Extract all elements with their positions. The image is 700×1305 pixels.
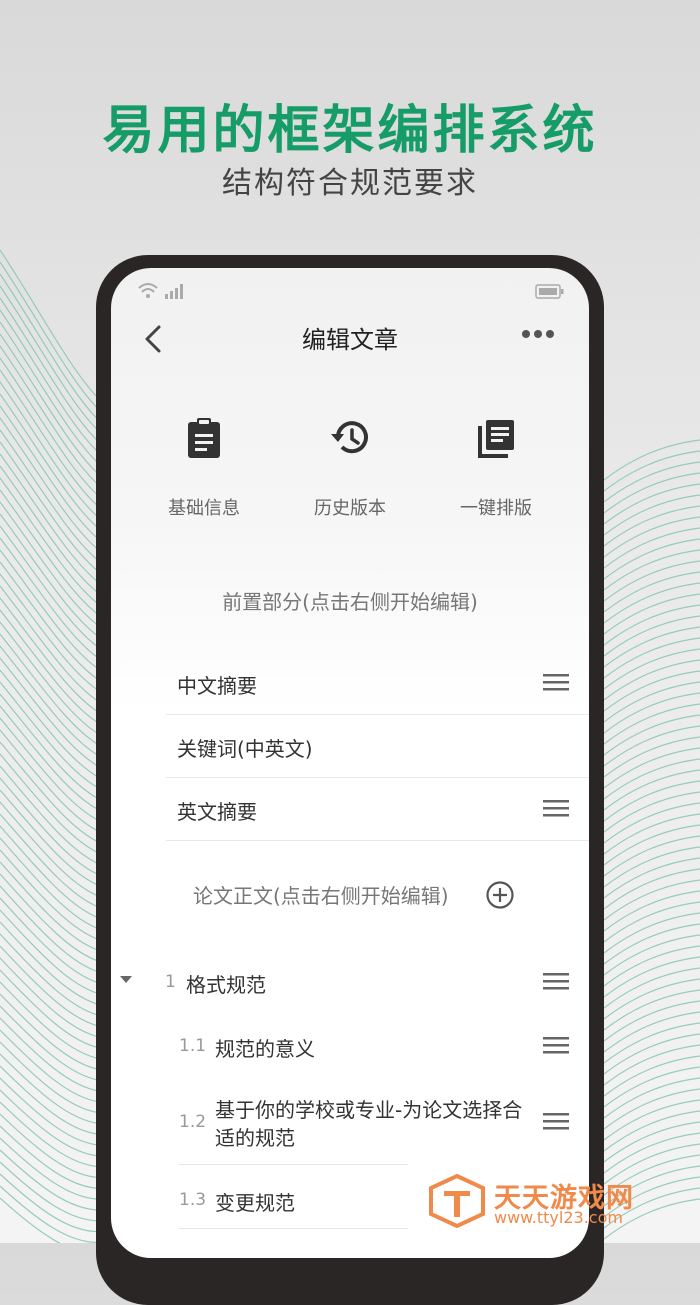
- decorative-line: [0, 609, 101, 725]
- subitem-number: 1.2: [179, 1112, 207, 1132]
- watermark-logo-icon: [429, 1174, 485, 1228]
- decorative-line: [0, 465, 101, 595]
- subitem-number: 1.1: [179, 1036, 207, 1056]
- decorative-line: [0, 621, 101, 736]
- decorative-line: [0, 873, 101, 963]
- decorative-line: [0, 513, 101, 639]
- decorative-line: [0, 765, 101, 865]
- toolbar-history[interactable]: 历史版本: [270, 416, 430, 520]
- layers-icon: [478, 420, 514, 458]
- front-section-title: 前置部分(点击右侧开始编辑): [222, 590, 478, 614]
- decorative-line: [0, 477, 101, 606]
- status-bar: [111, 268, 589, 308]
- chapter-label[interactable]: 格式规范: [186, 969, 266, 998]
- decorative-line: [0, 777, 101, 876]
- subitem-label[interactable]: 基于你的学校或专业-为论文选择合 适的规范: [215, 1096, 522, 1152]
- drag-handle-icon[interactable]: [543, 799, 569, 819]
- watermark-url: www.ttyl23.com: [494, 1208, 623, 1227]
- list-item-label: 关键词(中英文): [177, 737, 313, 761]
- toolbar-label: 基础信息: [168, 498, 240, 519]
- hero-subtitle: 结构符合规范要求: [222, 166, 478, 201]
- decorative-line: [0, 453, 101, 585]
- drag-handle-icon[interactable]: [543, 972, 569, 992]
- clipboard-icon: [188, 418, 220, 458]
- decorative-line: [0, 1197, 62, 1243]
- decorative-line: [0, 753, 101, 855]
- decorative-line: [0, 441, 101, 574]
- history-icon: [331, 421, 368, 454]
- add-circle-icon[interactable]: [485, 880, 515, 910]
- subitem-label[interactable]: 规范的意义: [215, 1033, 315, 1062]
- subitem-label[interactable]: 变更规范: [215, 1187, 295, 1216]
- decorative-line: [0, 393, 101, 531]
- list-item-label: 中文摘要: [177, 674, 257, 698]
- wifi-icon: [138, 283, 158, 298]
- drag-handle-icon[interactable]: [543, 673, 569, 693]
- toolbar-label: 一键排版: [460, 498, 532, 519]
- chapter-number: 1: [165, 972, 176, 992]
- list-item[interactable]: 中文摘要: [166, 652, 589, 715]
- phone-screen: 编辑文章 基础信息 历史版本 一键排版 前置部分(点击右侧开始编辑) 中文摘要 …: [111, 268, 589, 1258]
- decorative-line: [0, 429, 101, 563]
- signal-icon: [165, 284, 183, 299]
- body-section-header: 论文正文(点击右侧开始编辑): [193, 880, 523, 909]
- subitem-label-line: 基于你的学校或专业-为论文选择合: [215, 1098, 523, 1122]
- decorative-line: [0, 501, 101, 628]
- decorative-line: [0, 885, 101, 973]
- toolbar-basic-info[interactable]: 基础信息: [124, 416, 284, 520]
- toolbar-one-click-format[interactable]: 一键排版: [416, 416, 576, 520]
- body-section-title: 论文正文(点击右侧开始编辑): [193, 884, 449, 908]
- decorative-line: [0, 801, 101, 898]
- toolbar-label: 历史版本: [314, 498, 386, 519]
- decorative-line: [0, 489, 101, 617]
- subitem-label-line: 适的规范: [215, 1126, 295, 1150]
- decorative-line: [0, 921, 101, 1006]
- decorative-line: [0, 789, 101, 887]
- divider: [178, 1228, 408, 1229]
- list-item-label: 英文摘要: [177, 800, 257, 824]
- battery-icon: [535, 284, 564, 299]
- caret-down-icon[interactable]: [120, 976, 132, 984]
- page-title: 编辑文章: [302, 326, 398, 354]
- subitem-number: 1.3: [179, 1190, 207, 1210]
- decorative-line: [0, 249, 101, 401]
- list-item[interactable]: 英文摘要: [166, 778, 589, 841]
- list-item[interactable]: 关键词(中英文): [166, 715, 589, 778]
- decorative-line: [0, 717, 101, 822]
- drag-handle-icon[interactable]: [543, 1036, 569, 1056]
- drag-handle-icon[interactable]: [543, 1112, 569, 1132]
- watermark: 天天游戏网 www.ttyl23.com: [428, 1172, 700, 1232]
- more-horizontal-icon[interactable]: [521, 324, 555, 344]
- decorative-line: [0, 933, 101, 1017]
- hero-title: 易用的框架编排系统: [102, 101, 598, 161]
- divider: [178, 1164, 408, 1165]
- decorative-line: [0, 597, 101, 714]
